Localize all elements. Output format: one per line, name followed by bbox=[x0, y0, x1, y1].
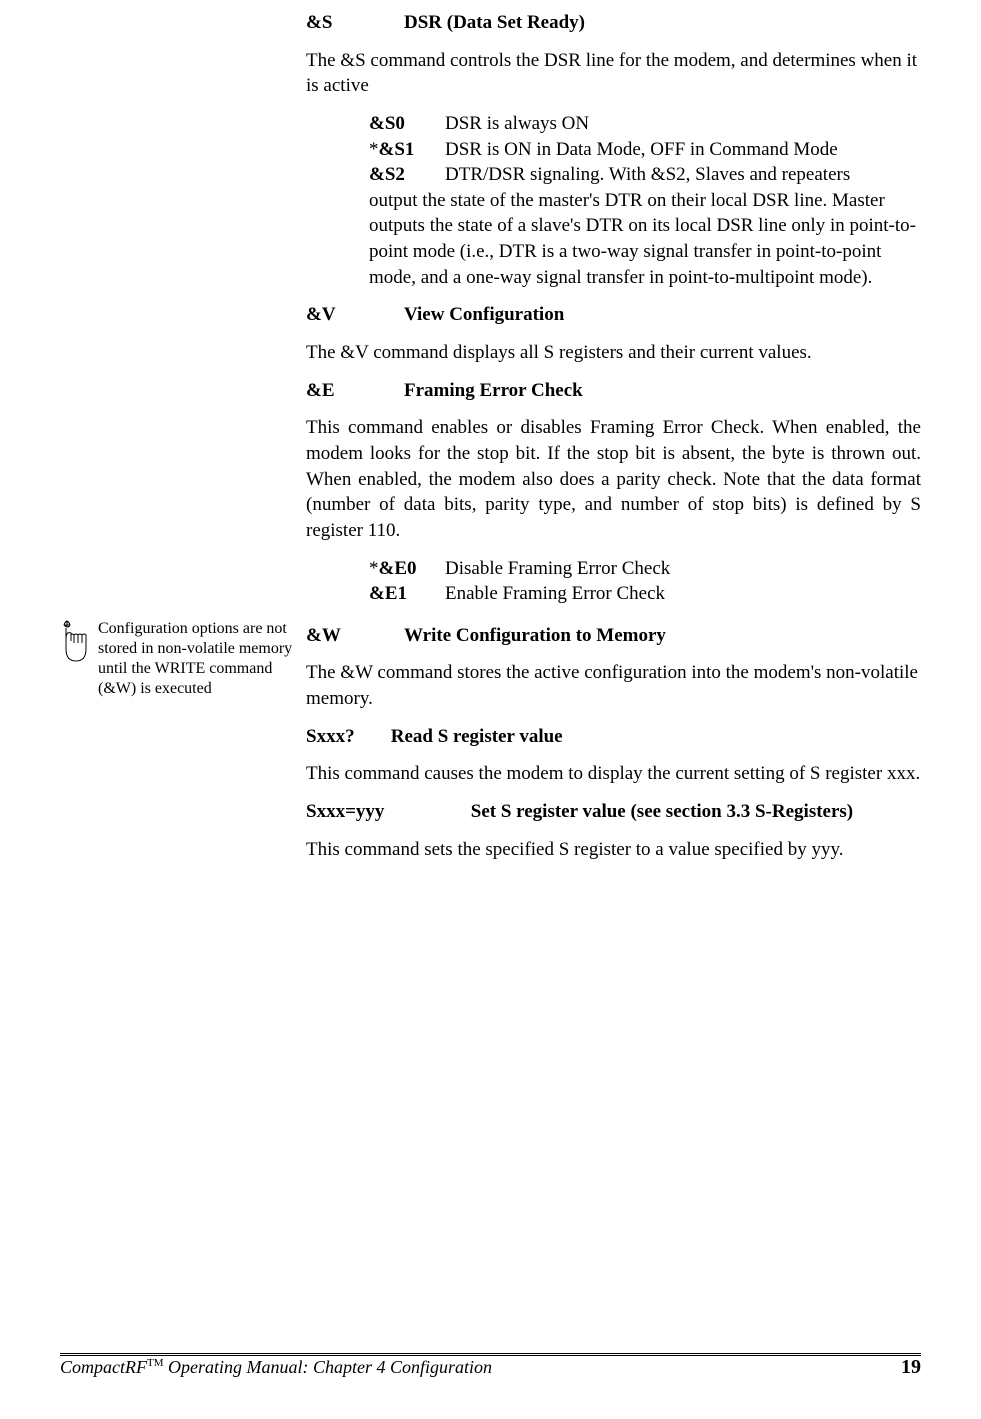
cmd-label: Sxxx=yyy bbox=[306, 799, 466, 825]
trademark-superscript: TM bbox=[147, 1357, 164, 1369]
cmd-title: Write Configuration to Memory bbox=[404, 623, 666, 649]
cmd-label: Sxxx? bbox=[306, 724, 386, 750]
main-col: &W Write Configuration to Memory The &W … bbox=[306, 619, 921, 874]
heading-sxxx-q: Sxxx? Read S register value bbox=[306, 724, 921, 750]
heading-amp-w: &W Write Configuration to Memory bbox=[306, 623, 921, 649]
option-row: *&E0 Disable Framing Error Check bbox=[369, 556, 921, 582]
heading-amp-s: &S DSR (Data Set Ready) bbox=[306, 10, 921, 36]
intro-sxxx-y: This command sets the specified S regist… bbox=[306, 837, 921, 863]
page-number: 19 bbox=[901, 1354, 921, 1381]
note-hand-icon bbox=[60, 619, 92, 673]
option-desc: Enable Framing Error Check bbox=[445, 581, 921, 607]
option-label: &S2 bbox=[369, 162, 445, 188]
options-amp-s: &S0 DSR is always ON *&S1 DSR is ON in D… bbox=[369, 111, 921, 290]
option-label: *&E0 bbox=[369, 556, 445, 582]
footer-product: CompactRF bbox=[60, 1357, 147, 1377]
heading-amp-e: &E Framing Error Check bbox=[306, 378, 921, 404]
option-row: &E1 Enable Framing Error Check bbox=[369, 581, 921, 607]
cmd-label: &S bbox=[306, 10, 404, 36]
cmd-title: Set S register value (see section 3.3 S-… bbox=[471, 801, 853, 822]
option-desc: DTR/DSR signaling. With &S2, Slaves and … bbox=[445, 162, 921, 188]
cmd-title: Read S register value bbox=[391, 726, 563, 747]
section-amp-s: &S DSR (Data Set Ready) The &S command c… bbox=[60, 0, 921, 619]
option-continuation: output the state of the master's DTR on … bbox=[369, 188, 921, 291]
cmd-label: &W bbox=[306, 623, 404, 649]
cmd-title: DSR (Data Set Ready) bbox=[404, 10, 585, 36]
option-desc: Disable Framing Error Check bbox=[445, 556, 921, 582]
intro-amp-v: The &V command displays all S registers … bbox=[306, 340, 921, 366]
option-row: &S0 DSR is always ON bbox=[369, 111, 921, 137]
main-col: &S DSR (Data Set Ready) The &S command c… bbox=[306, 6, 921, 619]
footer-left: CompactRFTM Operating Manual: Chapter 4 … bbox=[60, 1355, 492, 1379]
option-label: *&S1 bbox=[369, 137, 445, 163]
margin-note: Configuration options are not stored in … bbox=[60, 619, 306, 699]
footer-rest: Operating Manual: Chapter 4 Configuratio… bbox=[164, 1357, 493, 1377]
intro-amp-s: The &S command controls the DSR line for… bbox=[306, 48, 921, 99]
option-desc: DSR is always ON bbox=[445, 111, 921, 137]
cmd-title: View Configuration bbox=[404, 302, 564, 328]
page-footer: CompactRFTM Operating Manual: Chapter 4 … bbox=[60, 1353, 921, 1381]
page: &S DSR (Data Set Ready) The &S command c… bbox=[0, 0, 981, 1419]
margin-note-text: Configuration options are not stored in … bbox=[98, 619, 298, 699]
option-label: &S0 bbox=[369, 111, 445, 137]
cmd-title: Framing Error Check bbox=[404, 378, 583, 404]
option-row: *&S1 DSR is ON in Data Mode, OFF in Comm… bbox=[369, 137, 921, 163]
heading-amp-v: &V View Configuration bbox=[306, 302, 921, 328]
option-label: &E1 bbox=[369, 581, 445, 607]
intro-sxxx-q: This command causes the modem to display… bbox=[306, 761, 921, 787]
intro-amp-w: The &W command stores the active configu… bbox=[306, 660, 921, 711]
option-desc: DSR is ON in Data Mode, OFF in Command M… bbox=[445, 137, 921, 163]
margin-col: Configuration options are not stored in … bbox=[60, 619, 306, 699]
intro-amp-e: This command enables or disables Framing… bbox=[306, 415, 921, 543]
heading-sxxx-y: Sxxx=yyy Set S register value (see secti… bbox=[306, 799, 921, 825]
cmd-label: &V bbox=[306, 302, 404, 328]
section-amp-w: Configuration options are not stored in … bbox=[60, 619, 921, 874]
cmd-label: &E bbox=[306, 378, 404, 404]
options-amp-e: *&E0 Disable Framing Error Check &E1 Ena… bbox=[369, 556, 921, 607]
option-row: &S2 DTR/DSR signaling. With &S2, Slaves … bbox=[369, 162, 921, 188]
